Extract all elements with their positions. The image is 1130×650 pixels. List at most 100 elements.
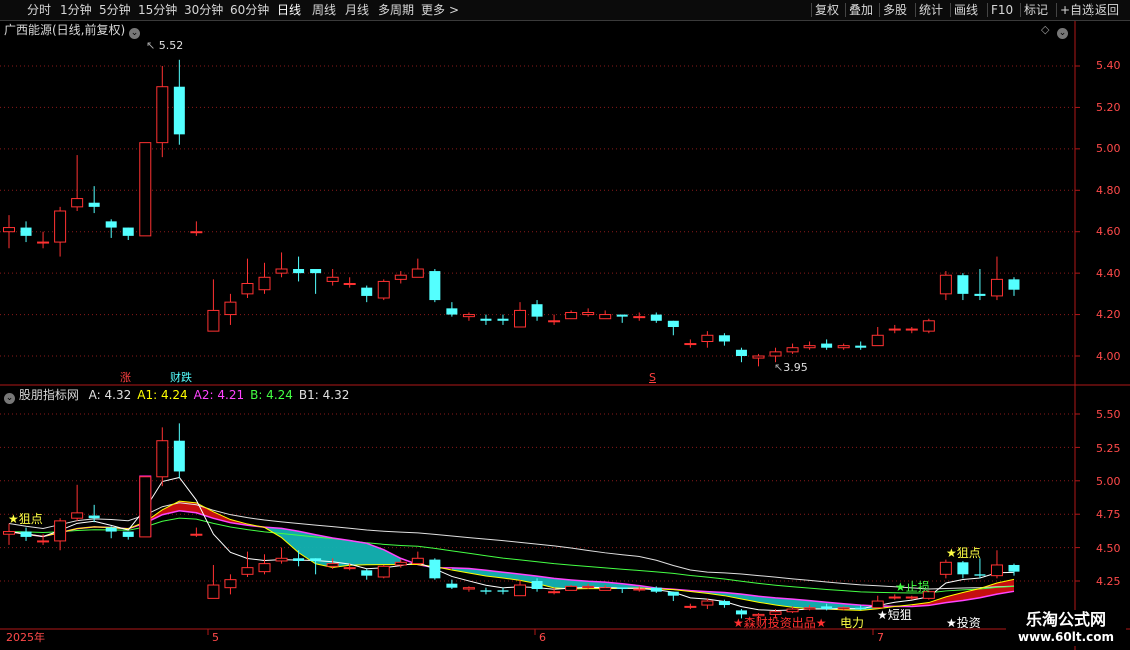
period-tab[interactable]: 周线 xyxy=(312,0,336,20)
toolbar-button[interactable]: F10 xyxy=(991,0,1013,20)
signal-touzi: ★投资 xyxy=(946,616,981,630)
ind-candle-body xyxy=(122,531,134,537)
toolbar-button[interactable]: 多股 xyxy=(883,0,907,20)
date-label: 7 xyxy=(877,631,884,644)
a1-line xyxy=(8,500,1015,611)
period-tab[interactable]: 分时 xyxy=(27,0,51,20)
watermark: 乐淘公式网 www.60lt.com xyxy=(1006,610,1126,646)
main-candle-body xyxy=(3,227,15,233)
signal-zhiyu: ★止损 xyxy=(895,580,930,594)
ind-candle-body xyxy=(939,561,952,575)
signal-zhudian-left: ★狙点 xyxy=(8,512,43,526)
ind-candle-body xyxy=(718,601,730,606)
toolbar-button[interactable]: 画线 xyxy=(954,0,978,20)
ind-candle-body xyxy=(650,587,662,592)
date-label: 6 xyxy=(539,631,546,644)
ind-candle-body xyxy=(361,570,373,576)
period-tab[interactable]: 60分钟 xyxy=(230,0,269,20)
indicator-value: A1: 4.24 xyxy=(137,388,188,402)
period-tab[interactable]: 15分钟 xyxy=(138,0,177,20)
main-candle-body xyxy=(207,309,220,332)
main-candle-body xyxy=(650,314,662,321)
toolbar-separator xyxy=(811,3,812,17)
main-candle-body xyxy=(293,268,305,274)
main-candle-body xyxy=(462,314,475,318)
main-candle-body xyxy=(173,86,185,135)
ind-y-tick: 4.25 xyxy=(1096,575,1121,588)
main-y-tick: 5.20 xyxy=(1096,101,1121,114)
main-candle-body xyxy=(939,274,952,295)
main-candle-body xyxy=(821,343,833,348)
ind-candle-body xyxy=(241,567,254,575)
main-y-tick: 5.00 xyxy=(1096,142,1121,155)
main-candle-body xyxy=(497,318,509,321)
main-y-tick: 4.80 xyxy=(1096,184,1121,197)
ind-candle-body xyxy=(684,605,697,608)
main-candle-body xyxy=(599,314,612,320)
ind-candle-body xyxy=(258,563,271,573)
toolbar-button[interactable]: 返回 xyxy=(1095,0,1119,20)
indicator-value: A2: 4.21 xyxy=(193,388,245,402)
period-tab[interactable]: 更多 xyxy=(421,0,445,20)
period-tab[interactable]: 日线 xyxy=(277,0,301,20)
ind-candle-body xyxy=(531,581,543,590)
toolbar-button[interactable]: +自选 xyxy=(1060,0,1094,20)
toolbar-button[interactable]: 统计 xyxy=(919,0,943,20)
main-candle-body xyxy=(701,334,714,342)
ind-candle-body xyxy=(990,564,1003,577)
toolbar-separator xyxy=(1056,3,1057,17)
main-candle-body xyxy=(565,311,578,320)
ind-candle-body xyxy=(821,606,833,610)
main-candle-body xyxy=(990,278,1003,297)
toolbar-separator xyxy=(915,3,916,17)
signal-dianli: 电力 xyxy=(840,616,865,630)
main-candle-body xyxy=(548,320,561,323)
ind-candle-body xyxy=(616,587,628,590)
main-candle-body xyxy=(310,268,322,274)
main-candle-body xyxy=(275,268,288,274)
ind-candle-body xyxy=(429,559,441,579)
settings-icon[interactable]: ⌄ xyxy=(1057,23,1068,39)
toolbar-button[interactable]: 复权 xyxy=(815,0,839,20)
main-candle-body xyxy=(803,345,816,349)
period-tab[interactable]: 5分钟 xyxy=(99,0,131,20)
ind-candle-body xyxy=(105,527,117,532)
ind-y-tick: 5.00 xyxy=(1096,475,1121,488)
period-tab[interactable]: 多周期 xyxy=(378,0,414,20)
date-label: 2025年 xyxy=(6,631,45,644)
ind-y-tick: 4.50 xyxy=(1096,542,1121,555)
period-tab[interactable]: 月线 xyxy=(345,0,369,20)
chevron-down-icon[interactable]: ⌄ xyxy=(4,393,15,404)
period-tab[interactable]: 30分钟 xyxy=(184,0,223,20)
ind-candle-body xyxy=(139,476,152,538)
main-candle-body xyxy=(326,276,339,282)
toolbar-button[interactable]: 叠加 xyxy=(849,0,873,20)
toolbar-separator xyxy=(1091,3,1092,17)
ind-candle-body xyxy=(905,596,918,599)
period-toolbar: 分时 1分钟 5分钟 15分钟 30分钟 60分钟 日线 周线 月线 多周期 更多 > 复权 叠加 多股 统计… xyxy=(0,0,1130,21)
period-tab[interactable]: 1分钟 xyxy=(60,0,92,20)
main-candle-body xyxy=(122,227,134,236)
ind-candle-body xyxy=(855,607,867,610)
ind-candle-body xyxy=(1008,564,1020,572)
ind-candle-body xyxy=(71,512,84,519)
main-candle-body xyxy=(582,311,595,316)
chevron-down-icon[interactable]: ⌄ xyxy=(129,28,141,39)
main-candle-body xyxy=(957,275,969,294)
diamond-icon[interactable]: ◇ xyxy=(1041,23,1049,37)
indicator-value: B1: 4.32 xyxy=(298,388,350,402)
watermark-url: www.60lt.com xyxy=(1017,630,1115,644)
main-candle-body xyxy=(769,351,782,357)
main-candle-body xyxy=(88,202,100,207)
main-candle-body xyxy=(429,271,441,301)
more-arrow-icon[interactable]: > xyxy=(449,0,459,20)
toolbar-button[interactable]: 标记 xyxy=(1024,0,1048,20)
main-candle-body xyxy=(224,301,237,316)
ind-candle-body xyxy=(480,590,492,592)
main-candle-body xyxy=(156,86,169,144)
ind-candle-body xyxy=(446,583,458,588)
main-y-tick: 4.00 xyxy=(1096,350,1121,363)
ind-candle-body xyxy=(310,558,322,561)
ind-candle-body xyxy=(701,600,714,606)
signal-bottom-red: ★森财投资出品★ xyxy=(733,616,827,630)
